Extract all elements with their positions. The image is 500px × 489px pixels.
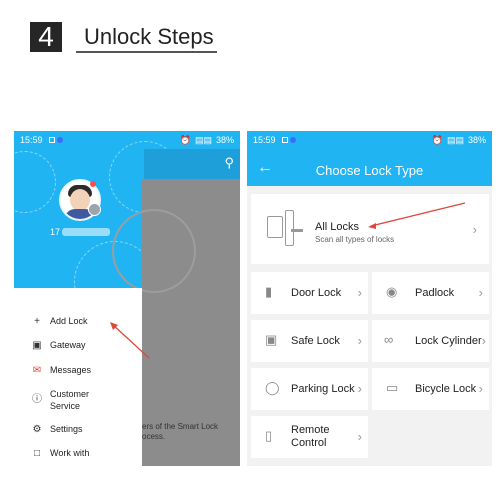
lock-type-remote-control[interactable]: ▯ Remote Control › [251,416,368,458]
lock-type-label: Bicycle Lock [415,383,477,395]
lock-type-door-lock[interactable]: ▮ Door Lock › [251,272,368,314]
chevron-right-icon: › [357,429,362,444]
lock-cylinder-icon: ∞ [384,332,394,347]
lock-type-padlock[interactable]: ◉ Padlock › [372,272,489,314]
parking-lock-icon: ◯ [265,380,280,395]
chevron-right-icon: › [357,333,362,348]
lock-type-label: Door Lock [291,287,342,299]
bicycle-lock-icon: ▭ [386,380,399,395]
phone-screen-lock-type: 15:59 ⏰ ▤▤ 38% ← Choose Lock Type All Lo… [247,131,492,466]
step-number-badge: 4 [30,22,62,52]
door-lock-icon: ▮ [265,284,273,299]
lock-type-lock-cylinder[interactable]: ∞ Lock Cylinder › [372,320,489,362]
title-underline [76,51,217,53]
lock-type-safe-lock[interactable]: ▣ Safe Lock › [251,320,368,362]
lock-type-label: Remote Control [291,424,330,449]
lock-type-label: Lock Cylinder [415,335,482,347]
step-title: Unlock Steps [84,24,214,49]
chevron-right-icon: › [481,333,486,348]
padlock-icon: ◉ [386,284,398,299]
annotation-arrow [368,202,466,229]
remote-control-icon: ▯ [265,428,273,443]
lock-type-label: Safe Lock [291,335,340,347]
chevron-right-icon: › [478,381,483,396]
lock-type-parking-lock[interactable]: ◯ Parking Lock › [251,368,368,410]
lock-type-bicycle-lock[interactable]: ▭ Bicycle Lock › [372,368,489,410]
lock-type-label: Padlock [415,287,455,299]
lock-type-label: Parking Lock [291,383,355,395]
annotation-arrow [110,322,150,359]
chevron-right-icon: › [357,381,362,396]
chevron-right-icon: › [357,285,362,300]
phone-screen-drawer: ⚲ ers of the Smart Lock ocess. 15:59 ⏰ ▤… [14,131,240,466]
chevron-right-icon: › [478,285,483,300]
safe-lock-icon: ▣ [265,332,278,347]
